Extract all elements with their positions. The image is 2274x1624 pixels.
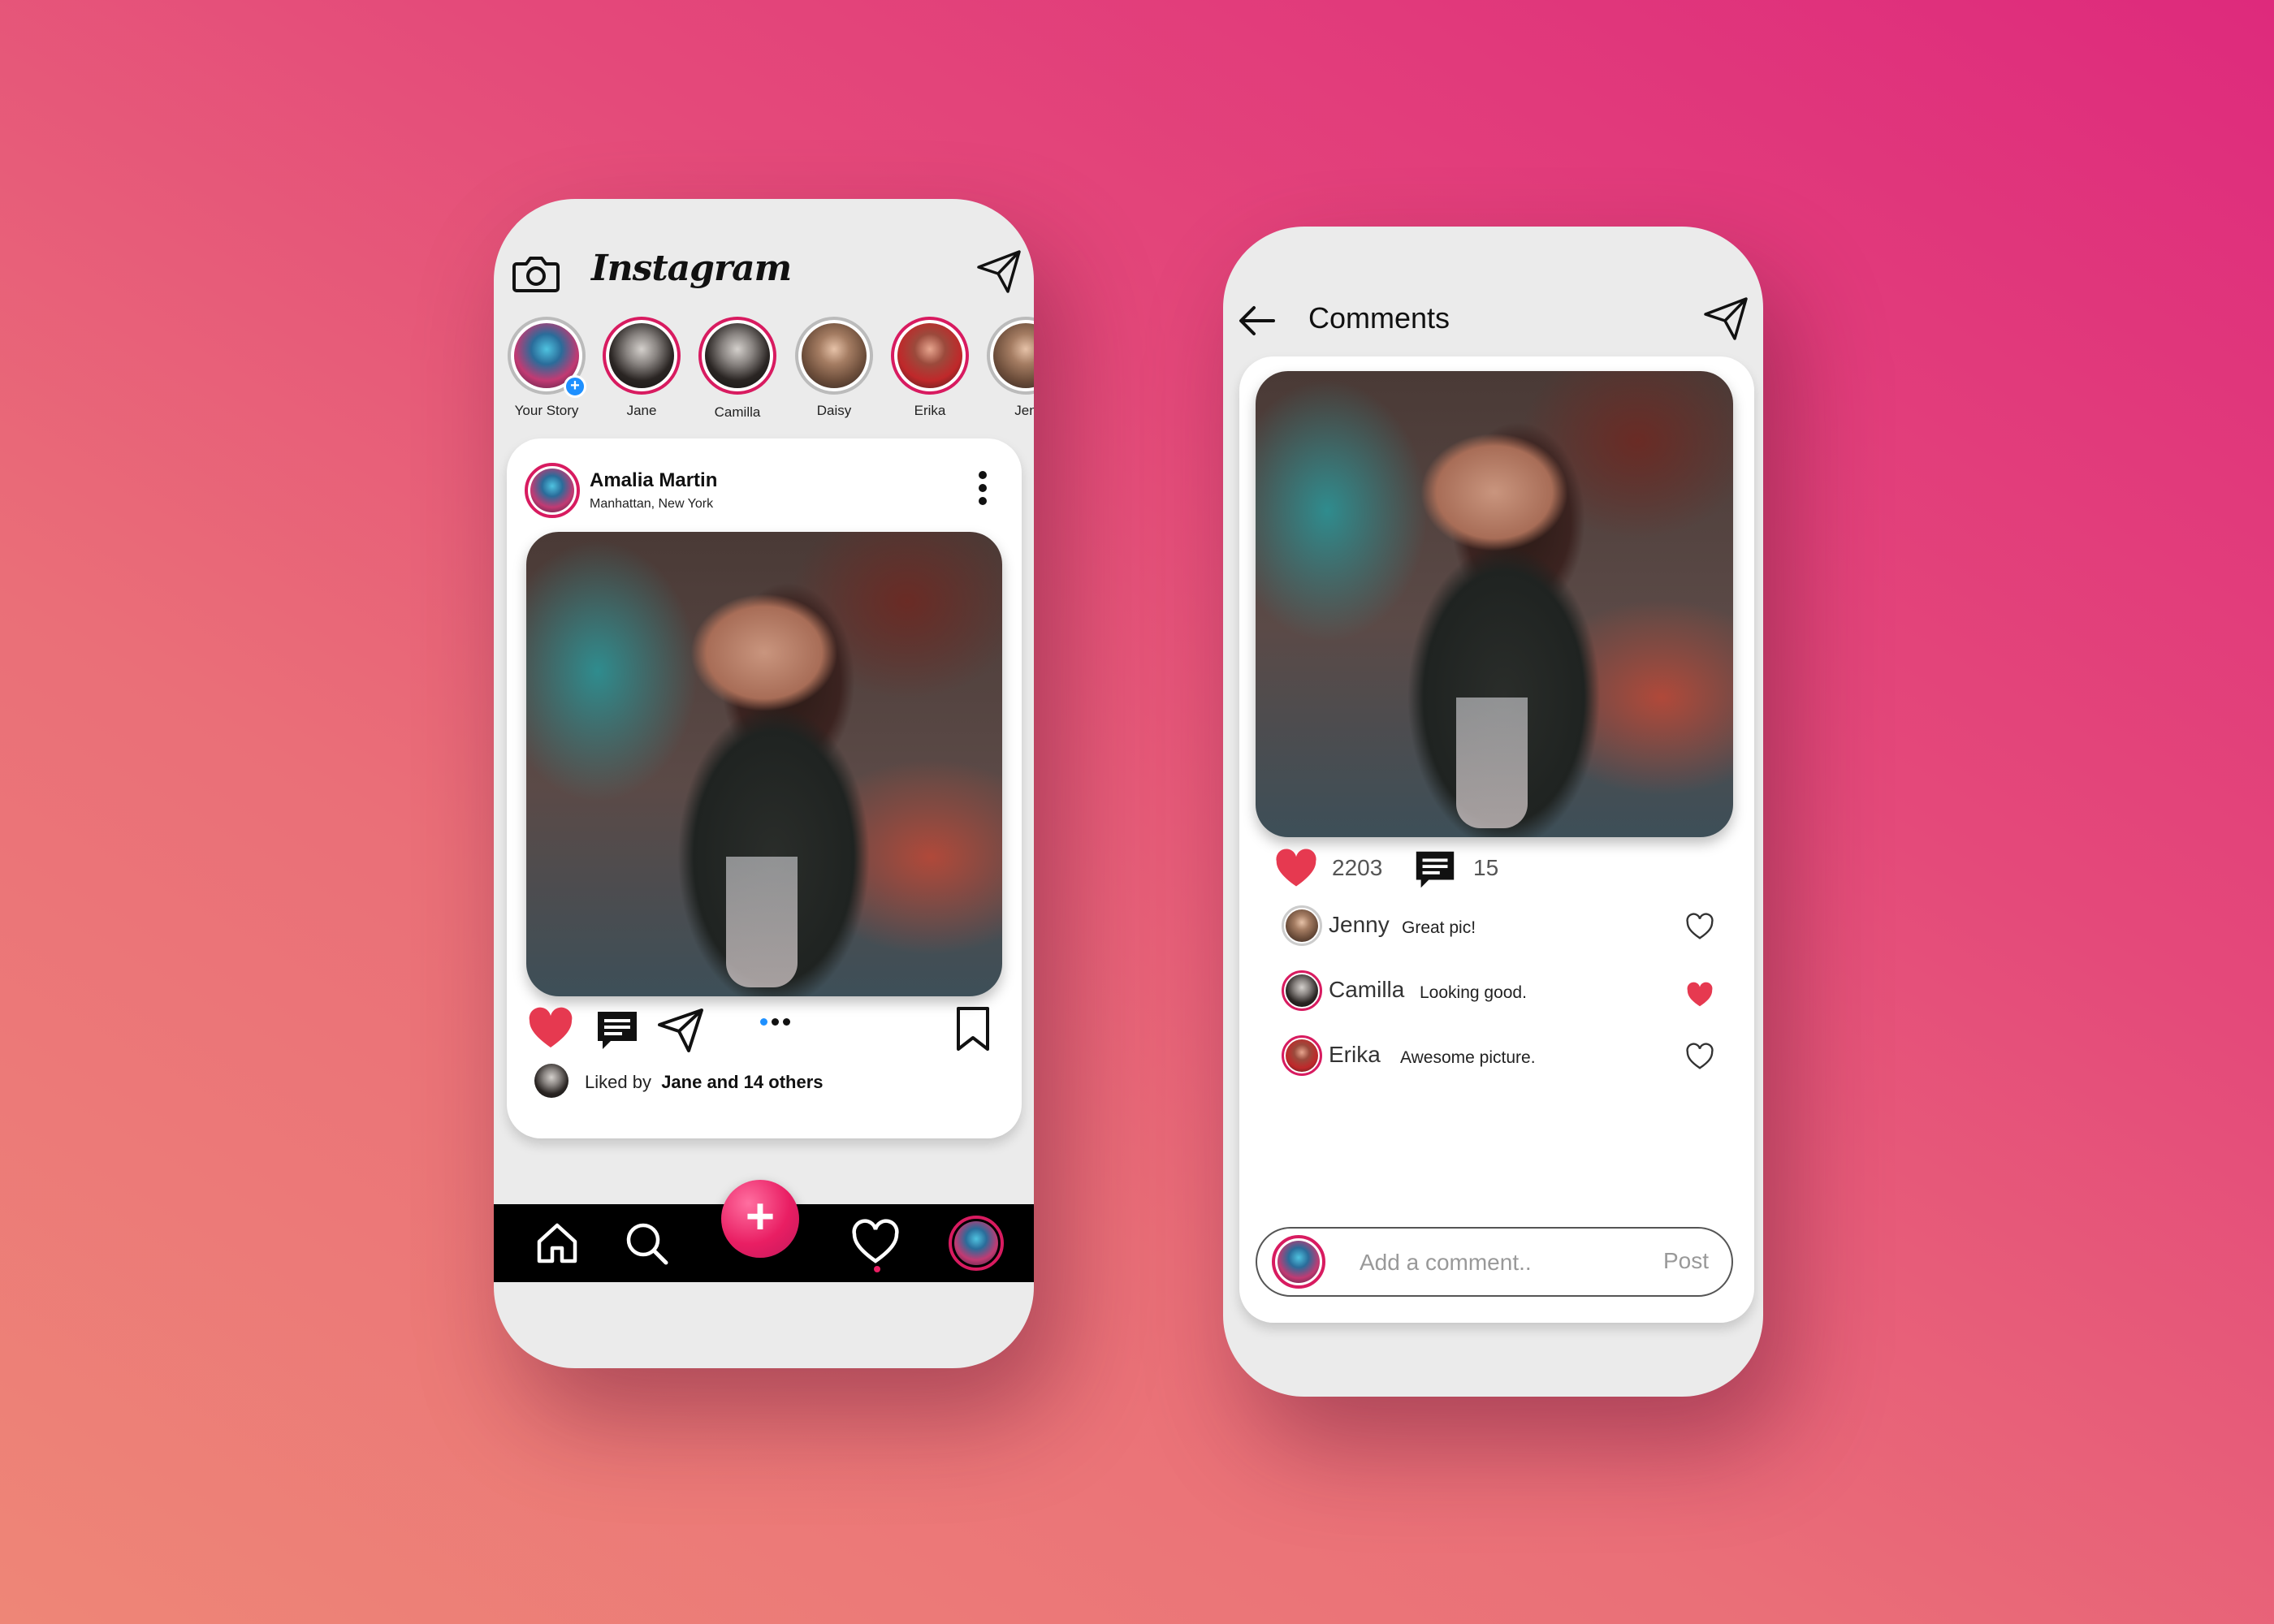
comment-item: Camilla Looking good. <box>1282 970 1736 1016</box>
comment-like-icon[interactable] <box>1684 1042 1715 1073</box>
comment-author[interactable]: Camilla <box>1329 977 1404 1003</box>
post-author-avatar[interactable] <box>525 463 580 518</box>
liked-by-names[interactable]: Jane and 14 others <box>661 1072 823 1092</box>
comment-avatar[interactable] <box>1282 1035 1322 1076</box>
story-jane[interactable]: Jane <box>597 317 686 419</box>
comment-avatar[interactable] <box>1282 905 1322 946</box>
carousel-indicator <box>760 1015 801 1026</box>
comment-item: Erika Awesome picture. <box>1282 1035 1736 1081</box>
comment-avatar[interactable] <box>1282 970 1322 1011</box>
story-label: Camilla <box>714 404 761 420</box>
comment-author[interactable]: Erika <box>1329 1042 1381 1068</box>
liked-by-row[interactable]: Liked by Jane and 14 others <box>534 1064 989 1099</box>
story-erika[interactable]: Erika <box>885 317 975 419</box>
comment-icon[interactable] <box>1412 845 1459 892</box>
activity-heart-icon[interactable] <box>851 1219 900 1268</box>
comment-text: Looking good. <box>1420 983 1527 1002</box>
post-image[interactable] <box>1256 371 1733 837</box>
post-comment-button[interactable]: Post <box>1663 1248 1709 1274</box>
story-label: Daisy <box>816 403 852 418</box>
add-story-icon[interactable]: + <box>564 375 586 398</box>
comment-text: Great pic! <box>1402 918 1476 937</box>
comment-composer: Post <box>1256 1227 1733 1297</box>
like-heart-icon[interactable] <box>1273 847 1319 892</box>
bookmark-icon[interactable] <box>949 1005 997 1054</box>
story-avatar <box>698 317 776 395</box>
stories-bar: + Your Story Jane Camilla Daisy Erika Je… <box>494 317 1034 422</box>
direct-message-icon[interactable] <box>1702 295 1749 342</box>
story-label: Erika <box>914 403 946 418</box>
likes-count: 2203 <box>1332 855 1383 880</box>
story-label: Jane <box>626 403 657 418</box>
post-card: Amalia Martin Manhattan, New York Liked … <box>507 438 1022 1138</box>
plus-icon: + <box>745 1189 776 1245</box>
more-options-icon[interactable] <box>976 471 989 512</box>
liked-by-avatar <box>534 1064 568 1098</box>
app-logo: Instagram <box>591 248 792 289</box>
story-avatar <box>603 317 681 395</box>
story-avatar <box>891 317 969 395</box>
story-label: Jen <box>1014 403 1034 418</box>
create-post-button[interactable]: + <box>721 1180 799 1258</box>
story-daisy[interactable]: Daisy <box>789 317 879 419</box>
comments-count: 15 <box>1473 855 1499 880</box>
composer-avatar <box>1272 1235 1325 1289</box>
comment-input[interactable] <box>1360 1246 1652 1279</box>
comment-icon[interactable] <box>593 1005 642 1054</box>
direct-message-icon[interactable] <box>975 248 1022 295</box>
post-actions <box>526 1000 1002 1057</box>
story-camilla[interactable]: Camilla <box>693 317 782 421</box>
liked-by-prefix: Liked by <box>585 1072 651 1092</box>
camera-icon[interactable] <box>510 248 562 300</box>
home-icon[interactable] <box>533 1219 581 1268</box>
notification-dot <box>874 1266 880 1272</box>
post-stats: 2203 15 <box>1256 844 1727 892</box>
comments-card: 2203 15 Jenny Great pic! Camilla Looking… <box>1239 356 1754 1323</box>
post-location: Manhattan, New York <box>590 497 714 511</box>
share-icon[interactable] <box>656 1005 705 1054</box>
profile-avatar[interactable] <box>949 1216 1004 1271</box>
story-label: Your Story <box>514 403 579 418</box>
liked-by-text: Liked by Jane and 14 others <box>585 1072 824 1093</box>
post-author-name[interactable]: Amalia Martin <box>590 469 717 492</box>
comment-like-icon[interactable] <box>1684 912 1715 943</box>
post-image[interactable] <box>526 532 1002 996</box>
search-icon[interactable] <box>622 1219 671 1268</box>
page-title: Comments <box>1308 301 1450 335</box>
comment-text: Awesome picture. <box>1400 1048 1536 1067</box>
story-avatar <box>795 317 873 395</box>
back-arrow-icon[interactable] <box>1236 300 1278 342</box>
like-heart-icon[interactable] <box>526 1005 575 1054</box>
comment-liked-icon[interactable] <box>1684 980 1715 1011</box>
story-jen[interactable]: Jen <box>981 317 1034 419</box>
story-avatar <box>987 317 1034 395</box>
story-your-story[interactable]: + Your Story <box>502 317 591 419</box>
comments-phone: Comments 2203 15 Jenny Great pic! Camill… <box>1223 227 1763 1397</box>
feed-phone: Instagram + Your Story Jane Camilla Dais… <box>494 199 1034 1368</box>
comment-item: Jenny Great pic! <box>1282 905 1736 951</box>
comment-author[interactable]: Jenny <box>1329 912 1390 938</box>
